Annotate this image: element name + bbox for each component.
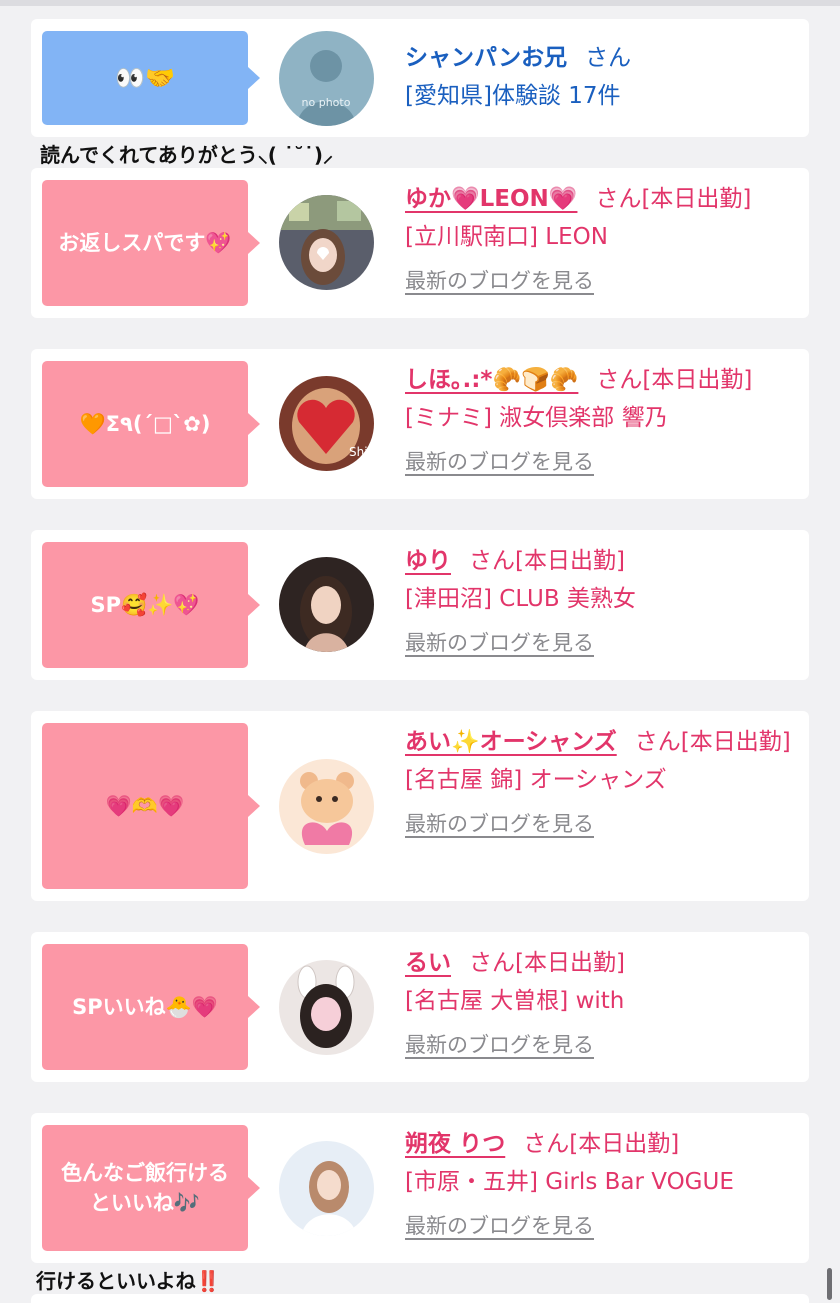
- cast-status: さん[本日出勤]: [596, 367, 753, 393]
- avatar-image: [279, 195, 374, 290]
- next-card-peek: [31, 1294, 809, 1303]
- cast-info: 朔夜 りつ さん[本日出勤] [市原・五井] Girls Bar VOGUE 最新…: [405, 1125, 795, 1245]
- message-text: SP🥰✨💖: [90, 593, 200, 617]
- message-text: お返しスパです💖: [58, 231, 232, 255]
- avatar-image: [279, 759, 374, 854]
- cast-info: るい さん[本日出勤] [名古屋 大曽根] with 最新のブログを見る: [405, 944, 795, 1064]
- message-bubble: 💗🫶💗: [42, 723, 260, 889]
- avatar[interactable]: no photo: [279, 31, 374, 126]
- message-text: 🧡Σ٩(ˊ□ˋ✿): [79, 412, 211, 436]
- shop-name[interactable]: [津田沼] CLUB 美熟女: [405, 580, 795, 618]
- no-photo-icon: no photo: [279, 31, 374, 126]
- cast-name[interactable]: るい: [405, 950, 451, 976]
- message-bubble: 色んなご飯行けるといいね🎶: [42, 1125, 260, 1251]
- cast-name[interactable]: 朔夜 りつ: [405, 1131, 505, 1157]
- reviewer-name[interactable]: シャンパンお兄: [405, 45, 567, 71]
- cast-status: さん[本日出勤]: [634, 729, 791, 755]
- avatar-image: Shiho: [279, 376, 374, 471]
- top-divider: [0, 0, 840, 6]
- cast-status: さん[本日出勤]: [469, 950, 625, 976]
- shop-name[interactable]: [ミナミ] 淑女倶楽部 響乃: [405, 399, 795, 437]
- cast-info: ゆか💗LEON💗 さん[本日出勤] [立川駅南口] LEON 最新のブログを見る: [405, 180, 795, 300]
- avatar[interactable]: [279, 557, 374, 652]
- avatar[interactable]: [279, 1141, 374, 1236]
- comment-bottom: 行けるといいよね‼️: [36, 1269, 221, 1293]
- message-text: 💗🫶💗: [105, 794, 185, 818]
- message-bubble: 🧡Σ٩(ˊ□ˋ✿): [42, 361, 260, 487]
- latest-blog-link[interactable]: 最新のブログを見る: [405, 624, 594, 662]
- message-bubble: 👀🤝: [42, 31, 260, 125]
- message-text: 色んなご飯行けるといいね🎶: [61, 1161, 229, 1215]
- message-bubble: SPいいね🐣💗: [42, 944, 260, 1070]
- message-text: SPいいね🐣💗: [72, 995, 218, 1019]
- shop-name[interactable]: [立川駅南口] LEON: [405, 218, 795, 256]
- avatar-caption: no photo: [302, 96, 351, 109]
- cast-status: さん[本日出勤]: [523, 1131, 680, 1157]
- avatar[interactable]: [279, 195, 374, 290]
- svg-text:Shiho: Shiho: [349, 445, 374, 459]
- shop-name[interactable]: [市原・五井] Girls Bar VOGUE: [405, 1163, 795, 1201]
- shop-name[interactable]: [名古屋 大曽根] with: [405, 982, 795, 1020]
- list-item[interactable]: お返しスパです💖 ゆか💗LEON💗 さん[本日出勤] [立川駅南口] LEON 最…: [31, 168, 809, 318]
- cast-status: さん[本日出勤]: [595, 186, 752, 212]
- cast-status: さん[本日出勤]: [469, 548, 625, 574]
- list-item[interactable]: SP🥰✨💖 ゆり さん[本日出勤] [津田沼] CLUB 美熟女 最新のブログを見…: [31, 530, 809, 680]
- comment-top: 読んでくれてありがとう⸜( ˙˘˙)⸝: [40, 143, 334, 167]
- cast-name[interactable]: ゆり: [405, 548, 451, 574]
- avatar[interactable]: [279, 759, 374, 854]
- review-location[interactable]: [愛知県]体験談 17件: [405, 77, 795, 115]
- scrollbar[interactable]: [827, 1268, 832, 1300]
- latest-blog-link[interactable]: 最新のブログを見る: [405, 1207, 594, 1245]
- message-bubble: お返しスパです💖: [42, 180, 260, 306]
- avatar[interactable]: Shiho: [279, 376, 374, 471]
- cast-info: あい✨オーシャンズ さん[本日出勤] [名古屋 錦] オーシャンズ 最新のブログを…: [405, 723, 795, 843]
- cast-name[interactable]: あい✨オーシャンズ: [405, 729, 617, 755]
- honorific: さん: [585, 45, 632, 71]
- list-item[interactable]: 🧡Σ٩(ˊ□ˋ✿) Shiho しほ｡.:*🥐🍞🥐 さん[本日出勤] [ミナミ] …: [31, 349, 809, 499]
- cast-info: しほ｡.:*🥐🍞🥐 さん[本日出勤] [ミナミ] 淑女倶楽部 響乃 最新のブログを…: [405, 361, 795, 481]
- review-card-first[interactable]: 👀🤝 no photo シャンパンお兄 さん [愛知県]体験談 17件: [31, 19, 809, 137]
- list-item[interactable]: SPいいね🐣💗 るい さん[本日出勤] [名古屋 大曽根] with 最新のブログ…: [31, 932, 809, 1082]
- cast-name[interactable]: ゆか💗LEON💗: [405, 186, 577, 212]
- avatar[interactable]: [279, 960, 374, 1055]
- latest-blog-link[interactable]: 最新のブログを見る: [405, 805, 594, 843]
- list-item[interactable]: 💗🫶💗 あい✨オーシャンズ さん[本日出勤] [名古屋 錦] オーシャンズ 最新の…: [31, 711, 809, 901]
- avatar-image: [279, 1141, 374, 1236]
- latest-blog-link[interactable]: 最新のブログを見る: [405, 262, 594, 300]
- latest-blog-link[interactable]: 最新のブログを見る: [405, 1026, 594, 1064]
- message-text: 👀🤝: [115, 64, 175, 92]
- cast-name[interactable]: しほ｡.:*🥐🍞🥐: [405, 367, 578, 393]
- latest-blog-link[interactable]: 最新のブログを見る: [405, 443, 594, 481]
- avatar-image: [279, 557, 374, 652]
- cast-info: ゆり さん[本日出勤] [津田沼] CLUB 美熟女 最新のブログを見る: [405, 542, 795, 662]
- shop-name[interactable]: [名古屋 錦] オーシャンズ: [405, 761, 795, 799]
- avatar-image: [279, 960, 374, 1055]
- message-bubble: SP🥰✨💖: [42, 542, 260, 668]
- reviewer-info: シャンパンお兄 さん [愛知県]体験談 17件: [405, 39, 795, 115]
- list-item[interactable]: 色んなご飯行けるといいね🎶 朔夜 りつ さん[本日出勤] [市原・五井] Girl…: [31, 1113, 809, 1263]
